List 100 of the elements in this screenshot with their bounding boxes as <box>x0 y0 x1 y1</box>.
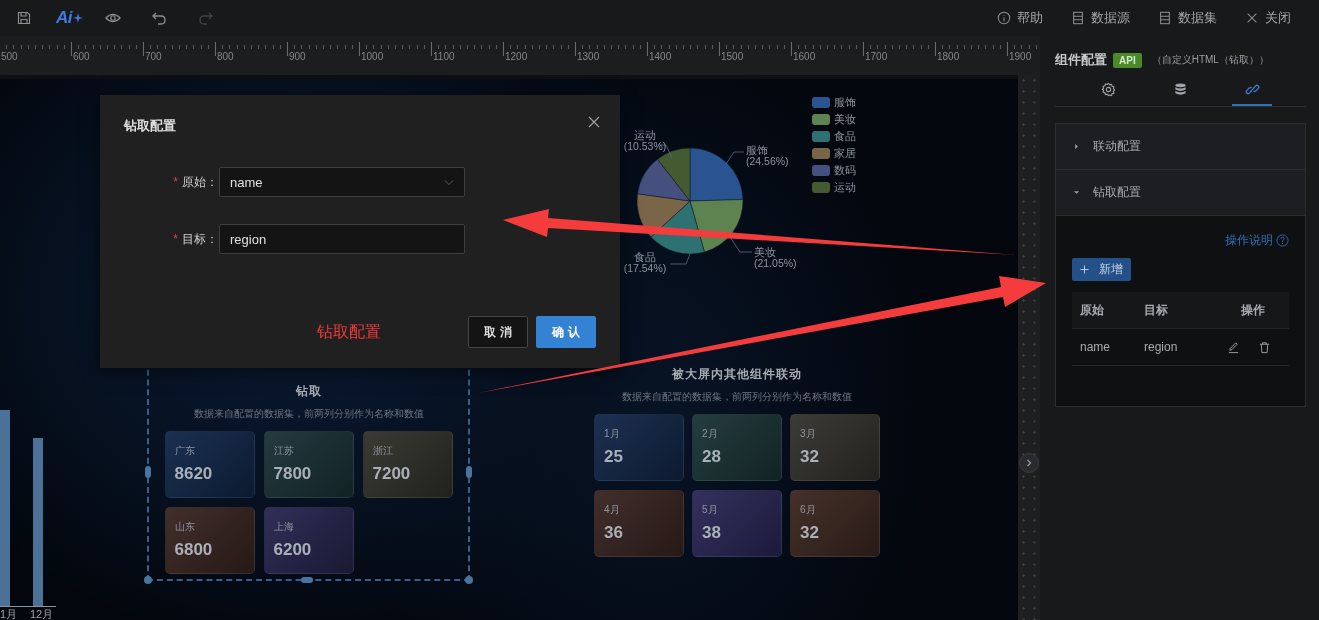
card-label: 4月 <box>604 503 621 517</box>
database-icon <box>1173 81 1188 97</box>
ruler-label: 1500 <box>721 51 744 62</box>
slice-percent: (17.54%) <box>623 262 667 274</box>
chevron-icon <box>444 178 454 186</box>
slice-percent: (21.05%) <box>754 257 797 269</box>
stat-card[interactable]: 1月 25 <box>594 414 684 481</box>
ruler-label: 600 <box>73 51 90 62</box>
resize-handle[interactable] <box>465 576 473 584</box>
help-link[interactable]: 操作说明 <box>1225 232 1289 249</box>
column-header: 目标 <box>1143 301 1169 319</box>
close-button[interactable]: 关闭 <box>1245 9 1291 27</box>
ruler-label: 1700 <box>865 51 888 62</box>
card-value: 6200 <box>273 540 313 560</box>
save-icon[interactable] <box>16 10 32 26</box>
undo-icon[interactable] <box>151 10 167 26</box>
table-cell-text: name <box>1079 340 1112 354</box>
card-value: 8620 <box>174 464 214 484</box>
component-title: 被大屏内其他组件联动 <box>672 366 802 383</box>
select-field[interactable]: name <box>219 167 465 197</box>
close-icon[interactable] <box>588 116 600 128</box>
stat-card[interactable]: 浙江 7200 <box>362 431 453 498</box>
help-icon <box>1276 234 1289 247</box>
plus-icon <box>1080 265 1089 274</box>
input-field[interactable]: region <box>219 224 465 254</box>
delete-icon[interactable] <box>1257 340 1271 354</box>
document-icon <box>1158 11 1172 25</box>
stat-card[interactable]: 6月 32 <box>790 490 880 557</box>
stat-card[interactable]: 2月 28 <box>692 414 782 481</box>
close-icon <box>1245 11 1259 25</box>
legend-label: 家居 <box>834 147 856 160</box>
card-value: 28 <box>702 447 722 467</box>
dataset-button[interactable]: 数据集 <box>1158 9 1217 27</box>
ruler-label: 1800 <box>937 51 960 62</box>
gear-icon <box>1101 81 1117 97</box>
stat-card[interactable]: 4月 36 <box>594 490 684 557</box>
card-label: 山东 <box>174 520 196 534</box>
card-label: 6月 <box>800 503 817 517</box>
legend-label: 美妆 <box>834 113 856 126</box>
card-value: 25 <box>604 447 624 467</box>
edit-icon[interactable] <box>1226 340 1240 354</box>
card-label: 2月 <box>702 427 719 441</box>
document-icon <box>1071 11 1085 25</box>
legend-label: 食品 <box>834 130 856 143</box>
ruler-label: 1100 <box>433 51 455 62</box>
stat-card[interactable]: 广东 8620 <box>164 431 255 498</box>
confirm-button[interactable]: 确 认 <box>536 316 596 348</box>
card-value: 32 <box>800 523 820 543</box>
leader-line <box>725 151 745 165</box>
component-subtitle: 数据来自配置的数据集，前两列分别作为名称和数值 <box>193 407 424 421</box>
chevron-icon <box>1024 458 1034 468</box>
legend-label: 运动 <box>834 181 856 194</box>
panel-title: 组件配置 <box>1055 51 1107 69</box>
slice-label: 美妆 <box>754 246 776 258</box>
required-mark: * <box>172 175 178 189</box>
resize-handle[interactable] <box>145 466 151 478</box>
axis-label: 1月 <box>0 607 18 620</box>
stat-card[interactable]: 上海 6200 <box>263 507 354 574</box>
ruler-label: 1400 <box>649 51 672 62</box>
help-button[interactable]: 帮助 <box>997 9 1043 27</box>
add-button[interactable]: 新增 <box>1072 258 1131 281</box>
ruler-label: 500 <box>1 51 18 62</box>
field-label: 目标： <box>182 230 219 248</box>
card-value: 32 <box>800 447 820 467</box>
stat-card[interactable]: 5月 38 <box>692 490 782 557</box>
resize-handle[interactable] <box>144 576 152 584</box>
logo-text[interactable]: Ai <box>56 8 72 28</box>
card-label: 3月 <box>800 427 817 441</box>
ruler-label: 800 <box>217 51 234 62</box>
card-label: 5月 <box>702 503 719 517</box>
annotation-text: 钻取配置 <box>317 321 381 342</box>
slice-label: 运动 <box>634 129 656 141</box>
leader-line <box>669 253 691 265</box>
caret-icon <box>1073 189 1080 196</box>
required-mark: * <box>172 232 178 246</box>
stat-card[interactable]: 山东 6800 <box>164 507 255 574</box>
resize-handle[interactable] <box>301 577 313 583</box>
datasource-button[interactable]: 数据源 <box>1071 9 1130 27</box>
axis-label: 12月 <box>30 607 54 620</box>
api-badge: API <box>1113 52 1142 68</box>
slice-percent: (10.53%) <box>623 140 667 152</box>
dialog-title: 钻取配置 <box>124 117 176 135</box>
card-value: 38 <box>702 523 722 543</box>
slice-label: 服饰 <box>746 144 768 156</box>
card-value: 36 <box>604 523 624 543</box>
legend-label: 服饰 <box>834 96 856 109</box>
ruler-label: 1200 <box>505 51 528 62</box>
resize-handle[interactable] <box>466 466 472 478</box>
card-value: 7800 <box>273 464 313 484</box>
slice-label: 食品 <box>634 251 656 263</box>
ruler-label: 900 <box>289 51 306 62</box>
ruler-label: 1600 <box>793 51 816 62</box>
stat-card[interactable]: 江苏 7800 <box>263 431 354 498</box>
ruler-label: 1000 <box>361 51 384 62</box>
card-label: 浙江 <box>372 444 394 458</box>
stat-card[interactable]: 3月 32 <box>790 414 880 481</box>
chart-axis <box>0 606 56 607</box>
cancel-button[interactable]: 取 消 <box>468 316 528 348</box>
card-label: 1月 <box>604 427 621 441</box>
card-label: 广东 <box>174 444 196 458</box>
